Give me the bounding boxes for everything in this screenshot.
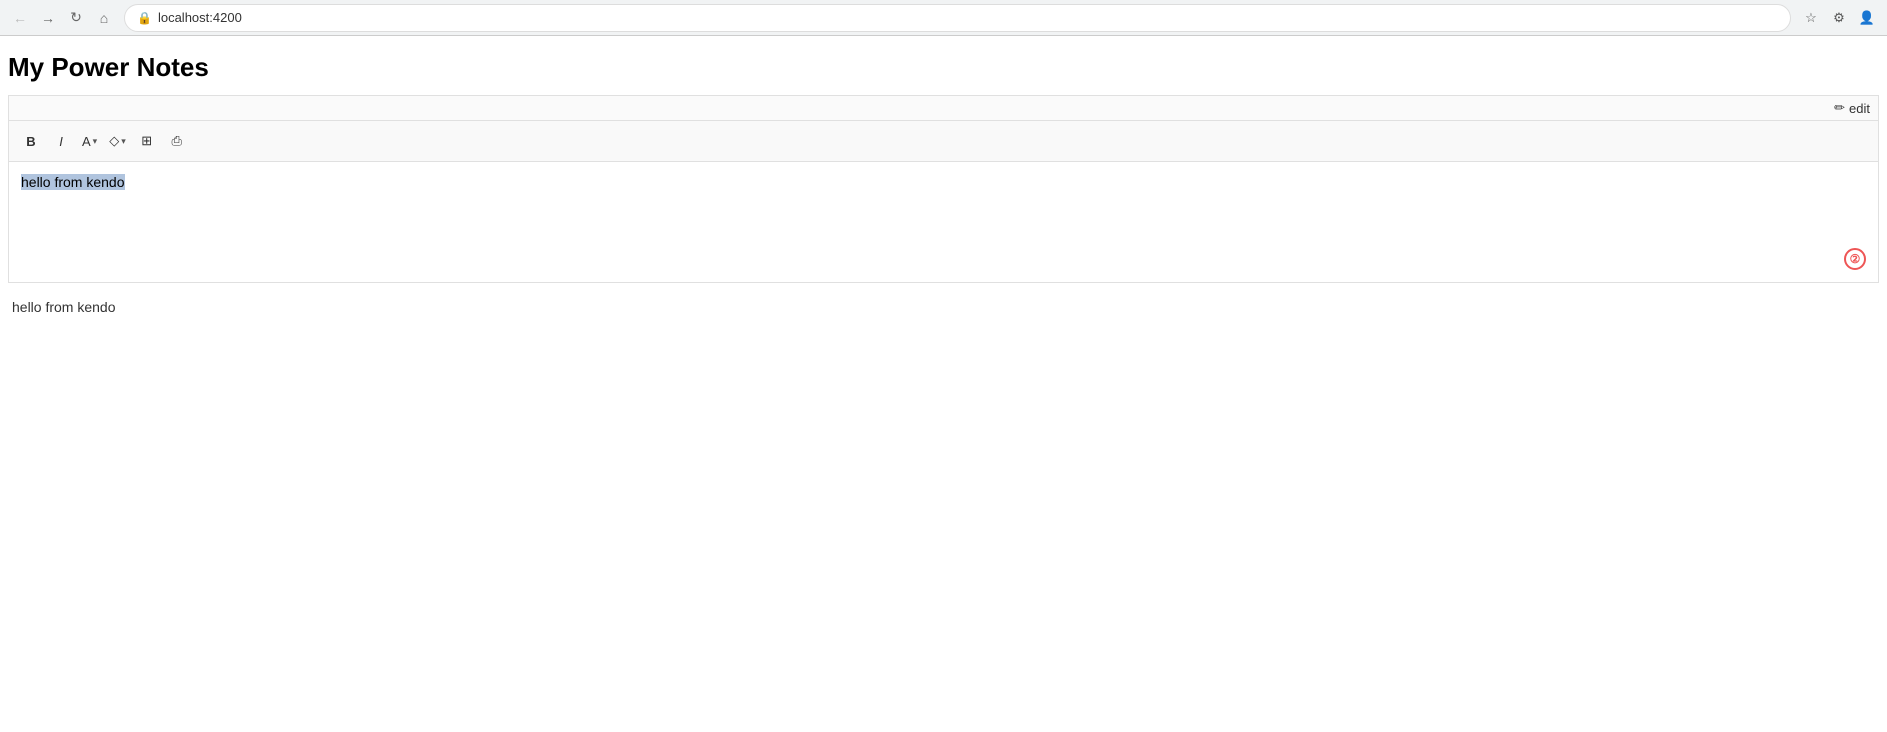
italic-icon: I <box>59 134 63 149</box>
bold-button[interactable]: B <box>17 127 45 155</box>
chevron-down-icon: ▾ <box>121 136 126 147</box>
edit-bar: ✏ edit <box>8 95 1879 120</box>
color-dropdown[interactable]: ◇ ▾ <box>104 127 131 155</box>
back-button[interactable]: ← <box>8 6 32 30</box>
bold-icon: B <box>26 134 35 149</box>
print-icon: ⎙ <box>172 133 182 149</box>
font-size-label: A <box>82 134 91 149</box>
font-size-dropdown[interactable]: A ▾ <box>77 127 102 155</box>
back-icon: ← <box>13 10 27 26</box>
color-icon: ◇ <box>109 133 119 149</box>
table-button[interactable]: ⊞ <box>133 127 161 155</box>
url-input[interactable]: localhost:4200 <box>158 10 1778 25</box>
browser-chrome: ← → ↻ ⌂ 🔒 localhost:4200 ☆ ⚙ 👤 <box>0 0 1887 36</box>
editor-content[interactable]: hello from kendo ② <box>9 162 1878 282</box>
italic-button[interactable]: I <box>47 127 75 155</box>
bookmark-star-button[interactable]: ☆ <box>1799 6 1823 30</box>
profile-button[interactable]: 👤 <box>1855 6 1879 30</box>
table-icon: ⊞ <box>141 133 152 149</box>
extensions-button[interactable]: ⚙ <box>1827 6 1851 30</box>
reload-icon: ↻ <box>70 9 82 26</box>
page-title: My Power Notes <box>8 52 1879 83</box>
output-text: hello from kendo <box>8 299 1879 315</box>
editor-text: hello from kendo <box>21 174 1866 190</box>
print-button[interactable]: ⎙ <box>163 127 191 155</box>
pencil-icon: ✏ <box>1834 100 1845 116</box>
editor-highlighted-text: hello from kendo <box>21 174 125 190</box>
page-content: My Power Notes ✏ edit B I A ▾ ◇ ▾ <box>0 36 1887 323</box>
browser-actions: ☆ ⚙ 👤 <box>1799 6 1879 30</box>
forward-button[interactable]: → <box>36 6 60 30</box>
lock-icon: 🔒 <box>137 11 152 25</box>
home-button[interactable]: ⌂ <box>92 6 116 30</box>
editor-toolbar: B I A ▾ ◇ ▾ ⊞ ⎙ <box>9 121 1878 162</box>
address-bar[interactable]: 🔒 localhost:4200 <box>124 4 1791 32</box>
reload-button[interactable]: ↻ <box>64 6 88 30</box>
chevron-down-icon: ▾ <box>93 136 98 147</box>
edit-button-label: edit <box>1849 101 1870 116</box>
home-icon: ⌂ <box>100 10 108 26</box>
editor-container: B I A ▾ ◇ ▾ ⊞ ⎙ hello from ken <box>8 120 1879 283</box>
circle-badge: ② <box>1844 248 1866 270</box>
forward-icon: → <box>41 10 55 26</box>
edit-button[interactable]: ✏ edit <box>1834 100 1870 116</box>
nav-buttons: ← → ↻ ⌂ <box>8 6 116 30</box>
